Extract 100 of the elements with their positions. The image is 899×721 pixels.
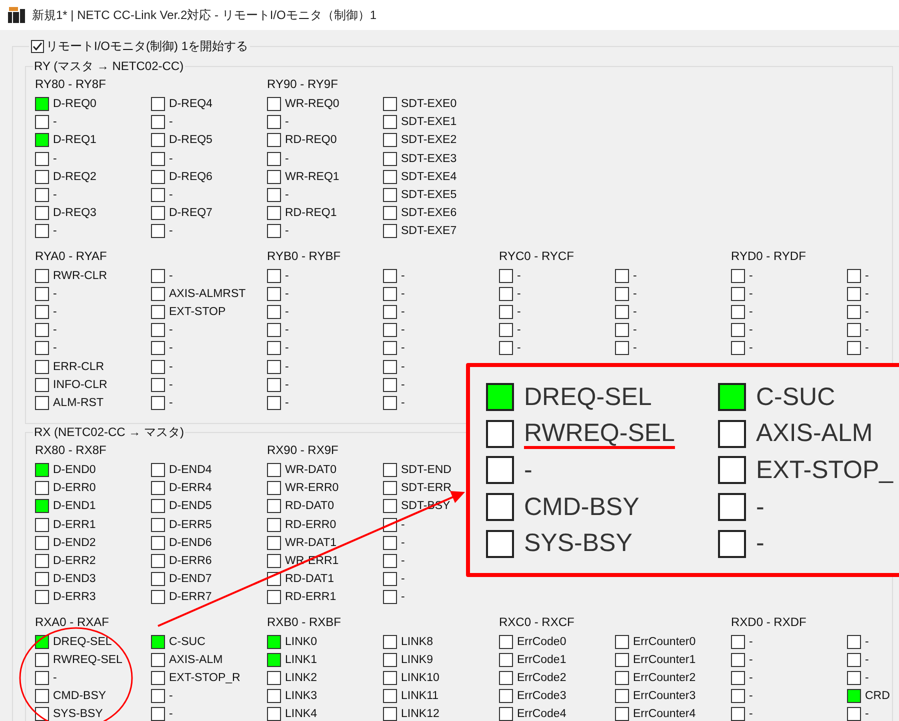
signal-checkbox[interactable]: D-END2	[35, 534, 96, 552]
signal-checkbox[interactable]: -	[383, 321, 405, 340]
signal-checkbox[interactable]: RWR-CLR	[35, 266, 108, 285]
signal-checkbox[interactable]: SDT-END	[383, 461, 452, 480]
signal-checkbox[interactable]: -	[151, 222, 173, 240]
signal-checkbox[interactable]: ErrCode0	[499, 632, 566, 651]
signal-checkbox[interactable]: SDT-EXE5	[383, 186, 457, 204]
signal-checkbox[interactable]: EXT-STOP	[151, 302, 226, 322]
signal-checkbox[interactable]: -	[383, 339, 405, 358]
signal-checkbox[interactable]: WR-REQ1	[267, 168, 340, 186]
signal-checkbox[interactable]: -	[731, 632, 753, 651]
signal-checkbox[interactable]: -	[267, 284, 289, 303]
signal-checkbox[interactable]: -	[35, 222, 57, 240]
signal-checkbox[interactable]: -	[151, 186, 173, 204]
signal-checkbox[interactable]: SDT-EXE4	[383, 168, 457, 186]
signal-checkbox[interactable]: ErrCounter4	[615, 705, 696, 721]
signal-checkbox[interactable]: -	[847, 321, 869, 340]
signal-checkbox[interactable]: DREQ-SEL	[35, 632, 112, 651]
signal-checkbox[interactable]: ErrCode3	[499, 687, 566, 706]
signal-checkbox[interactable]: WR-DAT1	[267, 534, 337, 552]
signal-checkbox[interactable]: SDT-EXE2	[383, 131, 457, 150]
signal-checkbox[interactable]: -	[383, 516, 405, 534]
signal-checkbox[interactable]: CMD-BSY	[35, 687, 106, 706]
signal-checkbox[interactable]: D-REQ5	[151, 131, 212, 150]
signal-checkbox[interactable]: -	[615, 284, 637, 303]
signal-checkbox[interactable]: D-REQ1	[35, 131, 96, 150]
signal-checkbox[interactable]: -	[499, 339, 521, 358]
signal-checkbox[interactable]: LINK4	[267, 705, 317, 721]
signal-checkbox[interactable]: ERR-CLR	[35, 357, 104, 376]
signal-checkbox[interactable]: D-END7	[151, 570, 212, 588]
signal-checkbox[interactable]: D-ERR2	[35, 552, 96, 570]
signal-checkbox[interactable]: -	[151, 376, 173, 394]
signal-checkbox[interactable]: -	[35, 186, 57, 204]
signal-checkbox[interactable]: AXIS-ALM	[151, 650, 223, 669]
signal-checkbox[interactable]: D-ERR4	[151, 479, 212, 498]
signal-checkbox[interactable]: WR-DAT0	[267, 461, 337, 480]
signal-checkbox[interactable]: D-END4	[151, 461, 212, 480]
signal-checkbox[interactable]: SDT-EXE3	[383, 150, 457, 168]
signal-checkbox[interactable]: D-REQ6	[151, 168, 212, 186]
signal-checkbox[interactable]: -	[499, 266, 521, 285]
signal-checkbox[interactable]: ErrCode1	[499, 650, 566, 669]
signal-checkbox[interactable]: -	[383, 357, 405, 376]
signal-checkbox[interactable]: -	[267, 321, 289, 340]
signal-checkbox[interactable]: -	[35, 668, 57, 688]
signal-checkbox[interactable]: -	[383, 588, 405, 606]
signal-checkbox[interactable]: -	[731, 650, 753, 669]
signal-checkbox[interactable]: -	[383, 394, 405, 412]
signal-checkbox[interactable]: -	[499, 321, 521, 340]
signal-checkbox[interactable]: -	[731, 266, 753, 285]
signal-checkbox[interactable]: D-END3	[35, 570, 96, 588]
signal-checkbox[interactable]: -	[35, 339, 57, 358]
signal-checkbox[interactable]: RWREQ-SEL	[35, 650, 122, 669]
signal-checkbox[interactable]: WR-ERR0	[267, 479, 339, 498]
signal-checkbox[interactable]: -	[267, 266, 289, 285]
signal-checkbox[interactable]: -	[615, 321, 637, 340]
signal-checkbox[interactable]: RD-REQ1	[267, 204, 337, 222]
signal-checkbox[interactable]: D-ERR6	[151, 552, 212, 570]
signal-checkbox[interactable]: ErrCounter1	[615, 650, 696, 669]
signal-checkbox[interactable]: -	[731, 302, 753, 322]
signal-checkbox[interactable]: SDT-EXE7	[383, 222, 457, 240]
signal-checkbox[interactable]: -	[267, 150, 289, 168]
signal-checkbox[interactable]: RD-ERR0	[267, 516, 336, 534]
signal-checkbox[interactable]: SDT-EXE6	[383, 204, 457, 222]
signal-checkbox[interactable]: D-REQ0	[35, 95, 96, 114]
signal-checkbox[interactable]: -	[847, 284, 869, 303]
signal-checkbox[interactable]: -	[267, 302, 289, 322]
signal-checkbox[interactable]: -	[151, 266, 173, 285]
signal-checkbox[interactable]: ErrCode2	[499, 668, 566, 688]
signal-checkbox[interactable]: -	[151, 113, 173, 132]
signal-checkbox[interactable]: LINK11	[383, 687, 439, 706]
signal-checkbox[interactable]: RD-ERR1	[267, 588, 336, 606]
signal-checkbox[interactable]: INFO-CLR	[35, 376, 108, 394]
signal-checkbox[interactable]: -	[383, 284, 405, 303]
signal-checkbox[interactable]: -	[267, 339, 289, 358]
signal-checkbox[interactable]: -	[383, 534, 405, 552]
signal-checkbox[interactable]: -	[383, 552, 405, 570]
signal-checkbox[interactable]: WR-REQ0	[267, 95, 340, 114]
signal-checkbox[interactable]: -	[847, 339, 869, 358]
signal-checkbox[interactable]: -	[499, 302, 521, 322]
signal-checkbox[interactable]: -	[267, 222, 289, 240]
signal-checkbox[interactable]: D-END0	[35, 461, 96, 480]
signal-checkbox[interactable]: -	[267, 113, 289, 132]
signal-checkbox[interactable]: LINK2	[267, 668, 317, 688]
signal-checkbox[interactable]: -	[151, 687, 173, 706]
signal-checkbox[interactable]: -	[35, 302, 57, 322]
signal-checkbox[interactable]: -	[731, 284, 753, 303]
signal-checkbox[interactable]: EXT-STOP_R	[151, 668, 240, 688]
signal-checkbox[interactable]: C-SUC	[151, 632, 206, 651]
signal-checkbox[interactable]: RD-DAT0	[267, 497, 334, 516]
signal-checkbox[interactable]: -	[847, 266, 869, 285]
signal-checkbox[interactable]: SDT-ERR	[383, 479, 452, 498]
signal-checkbox[interactable]: -	[35, 284, 57, 303]
signal-checkbox[interactable]: AXIS-ALMRST	[151, 284, 246, 303]
signal-checkbox[interactable]: -	[731, 321, 753, 340]
signal-checkbox[interactable]: -	[151, 321, 173, 340]
signal-checkbox[interactable]: D-REQ7	[151, 204, 212, 222]
signal-checkbox[interactable]: -	[615, 339, 637, 358]
signal-checkbox[interactable]: D-ERR1	[35, 516, 96, 534]
signal-checkbox[interactable]: -	[731, 668, 753, 688]
start-monitor-checkbox[interactable]: リモートI/Oモニタ(制御) 1を開始する	[31, 38, 248, 54]
